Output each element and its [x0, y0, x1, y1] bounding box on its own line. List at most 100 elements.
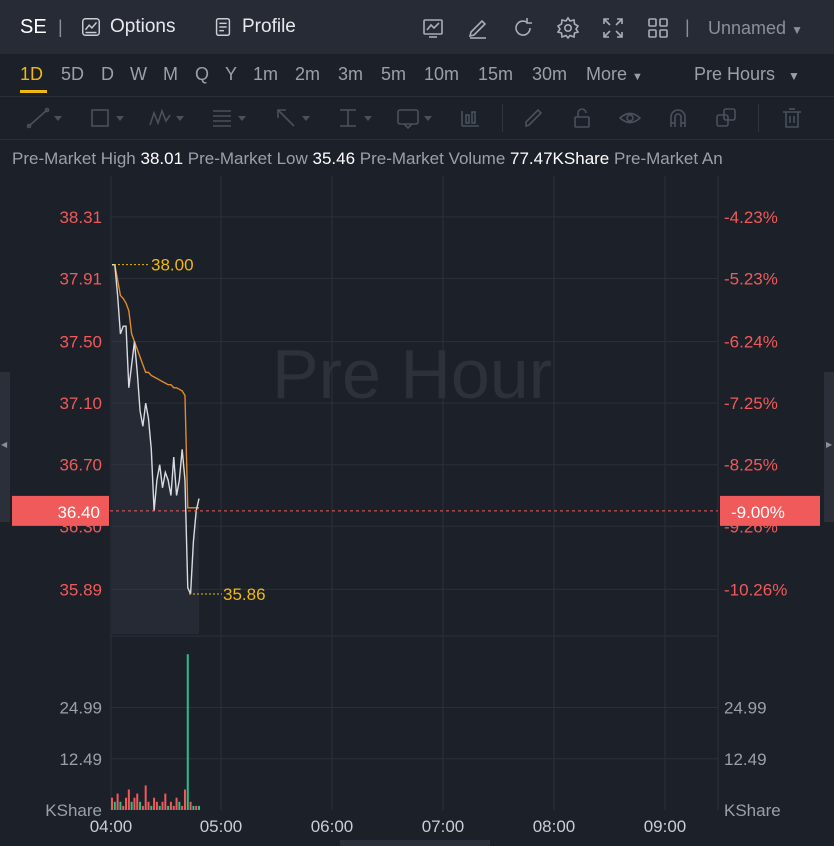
period-m[interactable]: M — [163, 64, 178, 85]
measure-icon — [340, 109, 356, 127]
grid-icon — [648, 18, 668, 38]
session-label: Pre Hours — [694, 64, 776, 84]
period-1m[interactable]: 1m — [253, 64, 278, 85]
percent-tick-label: -7.25% — [724, 394, 778, 413]
volume-bar — [155, 801, 158, 810]
fibonacci-tool[interactable] — [210, 106, 250, 130]
active-period-indicator — [20, 90, 47, 93]
profile-label: Profile — [242, 16, 296, 37]
volume-bar — [147, 801, 150, 810]
pre-market-volume-label: Pre-Market Volume — [359, 149, 506, 168]
period-5m[interactable]: 5m — [381, 64, 406, 85]
bar-pattern-tool[interactable] — [458, 106, 498, 130]
layout-selector[interactable]: Unnamed ▼ — [708, 18, 803, 39]
period-d[interactable]: D — [101, 64, 114, 85]
volume-bar — [195, 805, 198, 810]
time-tick-label: 08:00 — [533, 817, 576, 836]
indicator-button[interactable] — [420, 15, 446, 41]
right-panel-toggle[interactable]: ▶ — [824, 372, 834, 522]
arrow-icon — [277, 109, 295, 127]
price-tick-label: 38.31 — [59, 208, 102, 227]
period-more-label: More — [586, 64, 628, 84]
period-y[interactable]: Y — [225, 64, 237, 85]
trash-icon — [783, 108, 801, 128]
options-button[interactable]: Options — [80, 16, 175, 38]
measure-tool[interactable] — [336, 106, 376, 130]
refresh-button[interactable] — [510, 15, 536, 41]
session-selector[interactable]: Pre Hours ▼ — [694, 64, 800, 85]
current-change-label: -9.00% — [731, 503, 785, 522]
caret-right-icon: ▶ — [826, 440, 833, 449]
caret-down-icon — [116, 115, 124, 121]
pre-market-stats: Pre-Market High 38.01 Pre-Market Low 35.… — [12, 149, 822, 169]
period-5d[interactable]: 5D — [61, 64, 84, 85]
caret-down-icon: ▼ — [632, 71, 643, 83]
pre-market-high-label: Pre-Market High — [12, 149, 136, 168]
volume-bar — [150, 805, 153, 810]
trend-line-tool[interactable] — [26, 106, 66, 130]
visibility-tool[interactable] — [618, 106, 658, 130]
lock-icon — [574, 108, 590, 128]
percent-tick-label: -6.24% — [724, 333, 778, 352]
volume-bar — [116, 793, 119, 810]
price-chart[interactable]: 38.31 -4.23% 37.91 -5.23% 37.50 -6.24% 37.10 -7… — [0, 176, 834, 846]
settings-button[interactable] — [555, 15, 581, 41]
period-30m[interactable]: 30m — [532, 64, 567, 85]
magnet-tool[interactable] — [666, 106, 706, 130]
volume-bar — [164, 793, 167, 810]
period-w[interactable]: W — [130, 64, 147, 85]
volume-bar — [144, 785, 147, 810]
period-10m[interactable]: 10m — [424, 64, 459, 85]
delete-tool[interactable] — [780, 106, 820, 130]
time-tick-label: 07:00 — [422, 817, 465, 836]
options-icon — [82, 18, 100, 36]
period-more[interactable]: More ▼ — [586, 64, 643, 85]
period-15m[interactable]: 15m — [478, 64, 513, 85]
period-2m[interactable]: 2m — [295, 64, 320, 85]
pattern-tool[interactable] — [148, 106, 188, 130]
pre-market-high-value: 38.01 — [140, 149, 184, 168]
current-price-label: 36.40 — [57, 503, 100, 522]
volume-tick-label: 24.99 — [724, 699, 767, 718]
low-marker-label: 35.86 — [223, 585, 266, 604]
chart-plot-area — [110, 176, 718, 810]
lock-tool[interactable] — [570, 106, 610, 130]
gear-icon — [556, 16, 580, 40]
volume-bar — [125, 797, 128, 810]
period-q[interactable]: Q — [195, 64, 209, 85]
brush-tool[interactable] — [522, 106, 562, 130]
toolbar-divider — [502, 104, 503, 132]
profile-button[interactable]: Profile — [212, 16, 296, 38]
layout-grid-button[interactable] — [645, 15, 671, 41]
period-1d[interactable]: 1D — [20, 64, 43, 85]
clone-tool[interactable] — [714, 106, 754, 130]
volume-bar — [122, 805, 125, 810]
caret-down-icon: ▼ — [788, 69, 800, 83]
volume-bar — [141, 805, 144, 810]
pencil-icon — [525, 108, 543, 128]
period-3m[interactable]: 3m — [338, 64, 363, 85]
ticker-symbol[interactable]: SE — [20, 16, 47, 39]
volume-bar — [136, 793, 139, 810]
caret-down-icon — [176, 115, 184, 121]
volume-bar — [130, 801, 133, 810]
options-label: Options — [110, 16, 176, 37]
time-tick-label: 09:00 — [644, 817, 687, 836]
left-panel-toggle[interactable]: ◀ — [0, 372, 10, 522]
volume-bar — [161, 801, 164, 810]
watermark-text: Pre Hour — [272, 335, 552, 413]
text-tool[interactable] — [396, 106, 436, 130]
resize-handle[interactable] — [340, 840, 490, 846]
volume-bar — [189, 801, 192, 810]
fullscreen-button[interactable] — [600, 15, 626, 41]
price-tick-label: 37.10 — [59, 394, 102, 413]
text-note-icon — [397, 109, 419, 129]
refresh-icon — [515, 18, 532, 36]
draw-button[interactable] — [465, 15, 491, 41]
arrow-tool[interactable] — [274, 106, 314, 130]
copy-icon — [716, 108, 736, 127]
percent-tick-label: -8.25% — [724, 456, 778, 475]
high-marker-label: 38.00 — [151, 256, 194, 275]
fibonacci-icon — [213, 110, 231, 127]
shape-tool[interactable] — [88, 106, 128, 130]
